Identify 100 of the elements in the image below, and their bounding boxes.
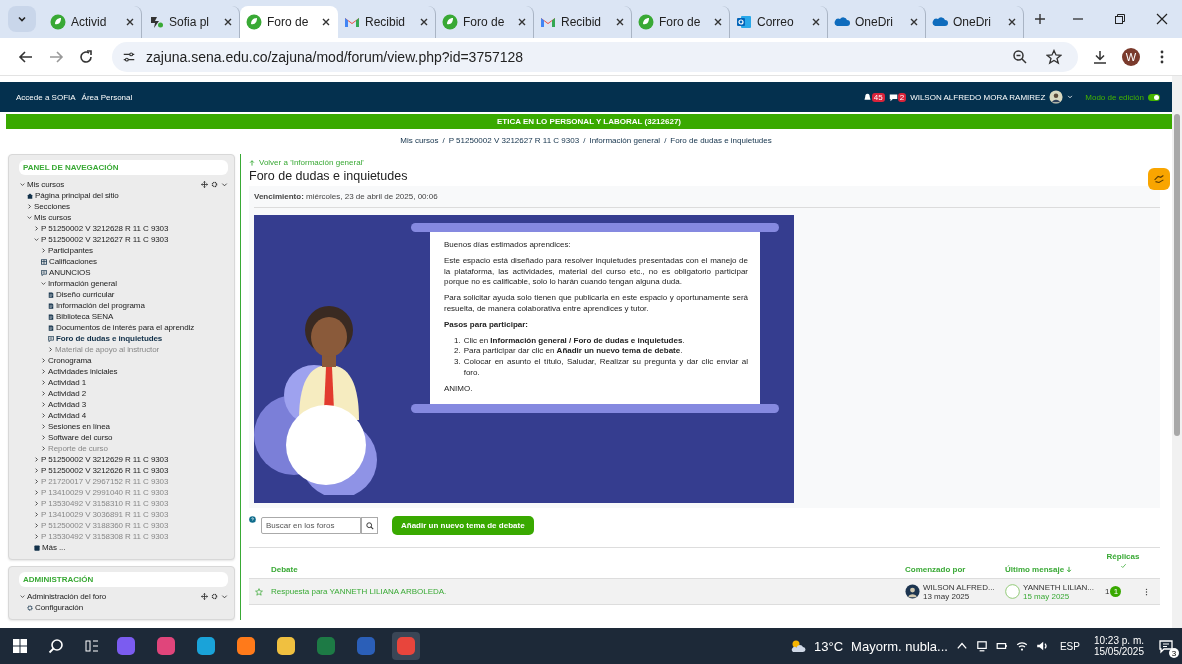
more-menu-icon[interactable]	[1145, 587, 1148, 596]
chevron-right-icon[interactable]	[34, 512, 39, 517]
nav-tree-item[interactable]: Información general	[48, 279, 117, 288]
header-link[interactable]: Área Personal	[81, 92, 133, 102]
clock-time[interactable]: 10:23 p. m.	[1093, 635, 1144, 646]
breadcrumb-link[interactable]: P 51250002 V 3212627 R 11 C 9303	[448, 135, 580, 145]
task-view-icon[interactable]	[84, 638, 100, 654]
profile-avatar[interactable]: W	[1122, 47, 1140, 66]
nav-tree-item[interactable]: Software del curso	[48, 433, 113, 442]
nav-tree-item[interactable]: Calificaciones	[49, 257, 97, 266]
close-icon[interactable]	[615, 17, 625, 27]
breadcrumb-link[interactable]: Mis cursos	[400, 135, 439, 145]
nav-tree-item[interactable]: P 51250002 V 3212629 R 11 C 9303	[41, 455, 169, 464]
move-icon[interactable]	[201, 593, 208, 600]
chevron-right-icon[interactable]	[34, 523, 39, 528]
nav-tree-item[interactable]: P 51250002 V 3212626 R 11 C 9303	[41, 466, 169, 475]
browser-tab[interactable]: Foro de	[240, 6, 338, 38]
wifi-icon[interactable]	[1015, 640, 1028, 652]
nav-tree-item[interactable]: Actividades iniciales	[48, 367, 118, 376]
clock-date[interactable]: 15/05/2025	[1093, 646, 1144, 657]
windows-start-icon[interactable]	[12, 638, 28, 654]
nav-tree-item[interactable]: Actividad 1	[48, 378, 87, 387]
chevron-up-icon[interactable]	[955, 640, 968, 652]
reload-icon[interactable]	[78, 48, 94, 65]
chevron-right-icon[interactable]	[41, 391, 46, 396]
zoom-icon[interactable]	[1012, 48, 1028, 65]
star-icon[interactable]	[1046, 48, 1062, 65]
breadcrumb-link[interactable]: Foro de dudas e inquietudes	[670, 135, 772, 145]
chevron-right-icon[interactable]	[34, 534, 39, 539]
search-field[interactable]: Buscar en los foros	[261, 517, 361, 534]
move-icon[interactable]	[201, 181, 208, 188]
chevron-right-icon[interactable]	[48, 347, 53, 352]
nav-tree-item[interactable]: Mis cursos	[27, 180, 65, 189]
close-icon[interactable]	[223, 17, 233, 27]
chevron-right-icon[interactable]	[34, 501, 39, 506]
user-name[interactable]: WILSON ALFREDO MORA RAMIREZ	[910, 92, 1046, 102]
chevron-right-icon[interactable]	[34, 226, 39, 231]
chevron-right-icon[interactable]	[41, 380, 46, 385]
gear-icon[interactable]	[211, 593, 218, 600]
chevron-right-icon[interactable]	[34, 457, 39, 462]
weather-text[interactable]: Mayorm. nubla...	[851, 638, 948, 654]
nav-tree-item[interactable]: Participantes	[48, 246, 93, 255]
download-icon[interactable]	[1092, 48, 1108, 65]
user-avatar-icon[interactable]	[1049, 90, 1064, 104]
nav-tree-item[interactable]: Configuración	[35, 603, 84, 612]
close-icon[interactable]	[517, 17, 527, 27]
nav-tree-item[interactable]: Foro de dudas e inquietudes	[56, 334, 163, 343]
notification-icon[interactable]	[1158, 638, 1174, 654]
nav-tree-item[interactable]: Actividad 4	[48, 411, 87, 420]
search-icon[interactable]	[48, 638, 64, 654]
monitor-icon[interactable]	[975, 640, 988, 652]
nav-tree-item[interactable]: Información del programa	[56, 301, 145, 310]
forward-arrow-icon[interactable]	[48, 48, 64, 65]
chevron-down-icon[interactable]	[27, 215, 32, 220]
nav-tree-item[interactable]: Cronograma	[48, 356, 92, 365]
site-settings-icon[interactable]	[122, 49, 136, 64]
gear-icon[interactable]	[211, 181, 218, 188]
breadcrumb-link[interactable]: Información general	[589, 135, 661, 145]
nav-tree-item[interactable]: Más ...	[42, 543, 66, 552]
help-hand-button[interactable]	[1148, 168, 1170, 190]
chevron-right-icon[interactable]	[34, 479, 39, 484]
battery-icon[interactable]	[995, 640, 1008, 652]
address-field[interactable]: zajuna.sena.edu.co/zajuna/mod/forum/view.php?id=3757128	[112, 41, 1078, 72]
close-icon[interactable]	[1007, 17, 1017, 27]
header-link[interactable]: Accede a SOFIA	[16, 92, 76, 102]
back-arrow-icon[interactable]	[18, 48, 34, 65]
chevron-right-icon[interactable]	[34, 468, 39, 473]
chevron-right-icon[interactable]	[41, 446, 46, 451]
scrollbar-thumb[interactable]	[1174, 114, 1180, 436]
bell-icon[interactable]	[862, 92, 872, 102]
speaker-icon[interactable]	[1035, 640, 1048, 652]
close-icon[interactable]	[909, 17, 919, 27]
chevron-down-icon[interactable]	[41, 281, 46, 286]
chat-icon[interactable]	[888, 92, 898, 102]
close-icon[interactable]	[713, 17, 723, 27]
close-icon[interactable]	[321, 17, 331, 27]
nav-tree-item[interactable]: P 51250002 V 3212627 R 11 C 9303	[41, 235, 169, 244]
star-icon[interactable]	[255, 587, 263, 596]
new-tab-icon[interactable]	[1034, 13, 1046, 25]
scrollbar[interactable]	[1172, 76, 1182, 628]
nav-tree-item[interactable]: Página principal del sitio	[35, 191, 119, 200]
chevron-right-icon[interactable]	[41, 435, 46, 440]
close-icon[interactable]	[811, 17, 821, 27]
chevron-right-icon[interactable]	[27, 204, 32, 209]
chevron-right-icon[interactable]	[41, 248, 46, 253]
chevron-right-icon[interactable]	[41, 413, 46, 418]
chevron-down-icon[interactable]	[20, 594, 25, 599]
nav-tree-item[interactable]: Actividad 2	[48, 389, 87, 398]
nav-tree-item[interactable]: Actividad 3	[48, 400, 87, 409]
nav-tree-item[interactable]: ANUNCIOS	[49, 268, 91, 277]
help-icon[interactable]	[249, 516, 256, 523]
nav-tree-item[interactable]: Documentos de interés para el aprendiz	[56, 323, 195, 332]
restore-icon[interactable]	[1114, 13, 1126, 25]
close-icon[interactable]	[125, 17, 135, 27]
close-icon[interactable]	[1156, 13, 1168, 25]
caret-icon[interactable]	[1067, 94, 1074, 100]
chevron-down-icon[interactable]	[20, 182, 25, 187]
nav-tree-item[interactable]: P 51250002 V 3212628 R 11 C 9303	[41, 224, 169, 233]
nav-tree-item[interactable]: Administración del foro	[27, 592, 107, 601]
nav-tree-item[interactable]: Mis cursos	[34, 213, 72, 222]
